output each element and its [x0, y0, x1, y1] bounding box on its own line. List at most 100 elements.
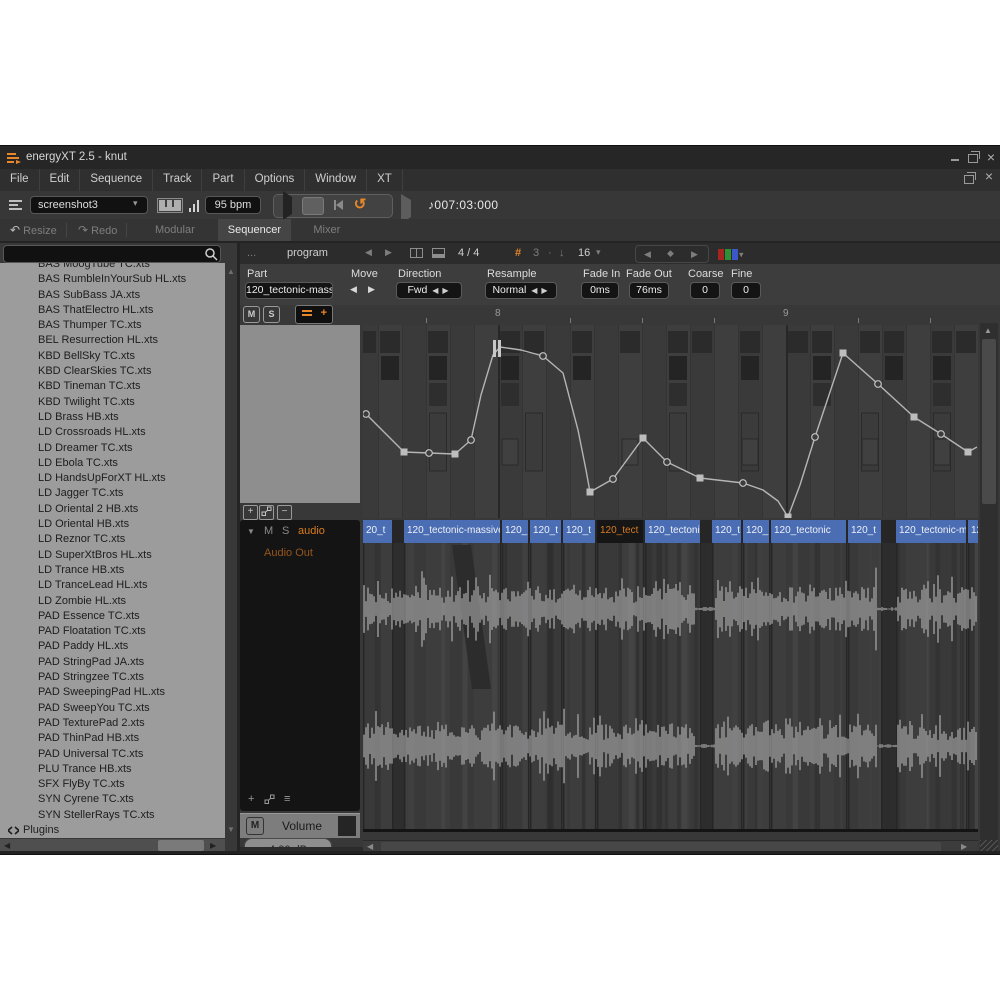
automation-node[interactable]	[401, 449, 408, 456]
list-item[interactable]: LD Dreamer TC.xts	[0, 441, 225, 456]
automation-node[interactable]	[664, 459, 671, 466]
menu-window[interactable]: Window	[305, 169, 367, 191]
piano-icon[interactable]	[157, 198, 183, 213]
list-item[interactable]: PAD Paddy HL.xts	[0, 639, 225, 654]
split-view-icon[interactable]	[410, 248, 423, 258]
automation-node[interactable]	[965, 449, 972, 456]
audio-clip[interactable]: 20_t	[363, 520, 392, 543]
track-header[interactable]: ▼ M S audio Audio Out + ≡	[240, 520, 360, 811]
scrollbar-thumb[interactable]	[158, 840, 204, 851]
dot-icon[interactable]: ·	[548, 247, 552, 259]
move-right-icon[interactable]: ▶	[368, 284, 375, 295]
list-item[interactable]: PAD Universal TC.xts	[0, 747, 225, 762]
preset-combobox[interactable]: screenshot3	[30, 196, 148, 214]
menu-file[interactable]: File	[0, 169, 40, 191]
nav-right-icon[interactable]: ▶	[691, 249, 698, 260]
chevron-down-icon[interactable]: ▾	[133, 198, 138, 209]
automation-node[interactable]	[938, 431, 945, 438]
automation-node[interactable]	[911, 414, 918, 421]
list-icon[interactable]: ≡	[284, 793, 290, 805]
add-icon[interactable]: +	[248, 793, 254, 805]
list-item[interactable]: LD HandsUpForXT HL.xts	[0, 471, 225, 486]
automation-node[interactable]	[587, 489, 594, 496]
color-swatch-button[interactable]: ▾	[718, 246, 744, 264]
audio-clip[interactable]: 120_tect	[597, 520, 643, 543]
move-left-icon[interactable]: ◀	[350, 284, 357, 295]
list-item[interactable]: LD Zombie HL.xts	[0, 594, 225, 609]
audio-clip[interactable]: 120_tectonic-massive	[896, 520, 966, 543]
tab-mixer[interactable]: Mixer	[303, 219, 350, 241]
track-mute-button[interactable]: M	[264, 525, 273, 537]
record-icon[interactable]	[370, 197, 390, 213]
automation-grid[interactable]	[363, 325, 978, 518]
list-item[interactable]: LD Oriental HB.xts	[0, 517, 225, 532]
part-name-field[interactable]: 120_tectonic-mass	[245, 282, 333, 299]
close-icon[interactable]: ×	[984, 152, 998, 164]
list-item[interactable]: KBD Tineman TC.xts	[0, 379, 225, 394]
scrollbar-thumb[interactable]	[982, 339, 996, 504]
list-item[interactable]: PLU Trance HB.xts	[0, 762, 225, 777]
search-icon[interactable]	[205, 248, 218, 261]
automation-node[interactable]	[426, 450, 433, 457]
list-item[interactable]: KBD ClearSkies TC.xts	[0, 364, 225, 379]
fine-field[interactable]: 0	[731, 282, 761, 299]
vertical-scrollbar[interactable]: ▲ ▼	[980, 323, 998, 851]
direction-field[interactable]: Fwd ◀▶	[396, 282, 462, 299]
list-item[interactable]: PAD Floatation TC.xts	[0, 624, 225, 639]
menu-xt[interactable]: XT	[367, 169, 403, 191]
automation-node[interactable]	[740, 480, 747, 487]
automation-node[interactable]	[452, 451, 459, 458]
automation-node[interactable]	[875, 381, 882, 388]
list-item[interactable]: LD Brass HB.xts	[0, 410, 225, 425]
automation-node[interactable]	[610, 476, 617, 483]
automation-node[interactable]	[363, 411, 369, 418]
search-input[interactable]	[3, 245, 221, 263]
audio-clip[interactable]: 120_tectonic	[771, 520, 846, 543]
snap-grid-icon[interactable]: #	[515, 247, 521, 259]
redo-button[interactable]: ↷Redo	[78, 223, 117, 237]
timeline-ruler[interactable]: 89	[363, 305, 978, 325]
scroll-up-icon[interactable]: ▲	[984, 326, 992, 335]
solo-button[interactable]: S	[263, 306, 280, 323]
loop-icon[interactable]: ↺	[350, 197, 370, 213]
tab-modular[interactable]: Modular	[145, 219, 205, 241]
audio-clip[interactable]: 120_	[743, 520, 769, 543]
audio-clip[interactable]: 120_	[502, 520, 528, 543]
grid-division[interactable]: 16	[578, 247, 590, 259]
list-item[interactable]: SYN Cyrene TC.xts	[0, 792, 225, 807]
automation-node[interactable]	[468, 437, 475, 444]
audio-clip[interactable]: 120_t	[563, 520, 595, 543]
scroll-right-icon[interactable]: ▶	[961, 842, 967, 851]
scroll-right-icon[interactable]: ▶	[210, 841, 216, 850]
scroll-down-icon[interactable]: ▼	[227, 825, 235, 834]
down-arrow-icon[interactable]: ↓	[559, 247, 565, 259]
automation-node[interactable]	[640, 435, 647, 442]
list-item[interactable]: LD Oriental 2 HB.xts	[0, 502, 225, 517]
list-item[interactable]: LD Crossroads HL.xts	[0, 425, 225, 440]
resample-field[interactable]: Normal ◀▶	[485, 282, 557, 299]
automation-node[interactable]	[840, 350, 847, 357]
audio-clip[interactable]: 120_t	[530, 520, 561, 543]
automation-node[interactable]	[697, 475, 704, 482]
audio-clip[interactable]: 120_t	[848, 520, 881, 543]
patch-icon[interactable]	[264, 794, 275, 808]
chevron-down-icon[interactable]: ▾	[596, 247, 601, 258]
stop-icon[interactable]	[302, 197, 324, 215]
list-item[interactable]: BEL Resurrection HL.xts	[0, 333, 225, 348]
scroll-left-icon[interactable]: ◀	[4, 841, 10, 850]
mute-button[interactable]: M	[243, 306, 260, 323]
level-meter-icon[interactable]	[189, 199, 201, 212]
play-secondary-icon[interactable]	[401, 200, 411, 218]
list-item[interactable]: LD Trance HB.xts	[0, 563, 225, 578]
prev-program-icon[interactable]: ◀	[365, 247, 372, 258]
automation-node[interactable]	[785, 514, 792, 519]
nav-left-icon[interactable]: ◀	[644, 249, 651, 260]
menu-options[interactable]: Options	[245, 169, 306, 191]
list-item[interactable]: BAS MoogTube TC.xts	[0, 263, 225, 272]
list-item[interactable]: SYN StellerRays TC.xts	[0, 808, 225, 823]
remove-icon[interactable]: −	[277, 505, 292, 520]
list-item[interactable]: LD SuperXtBros HL.xts	[0, 548, 225, 563]
rewind-icon[interactable]	[328, 197, 348, 213]
bottom-panel-icon[interactable]	[432, 248, 445, 258]
list-item[interactable]: PAD TexturePad 2.xts	[0, 716, 225, 731]
